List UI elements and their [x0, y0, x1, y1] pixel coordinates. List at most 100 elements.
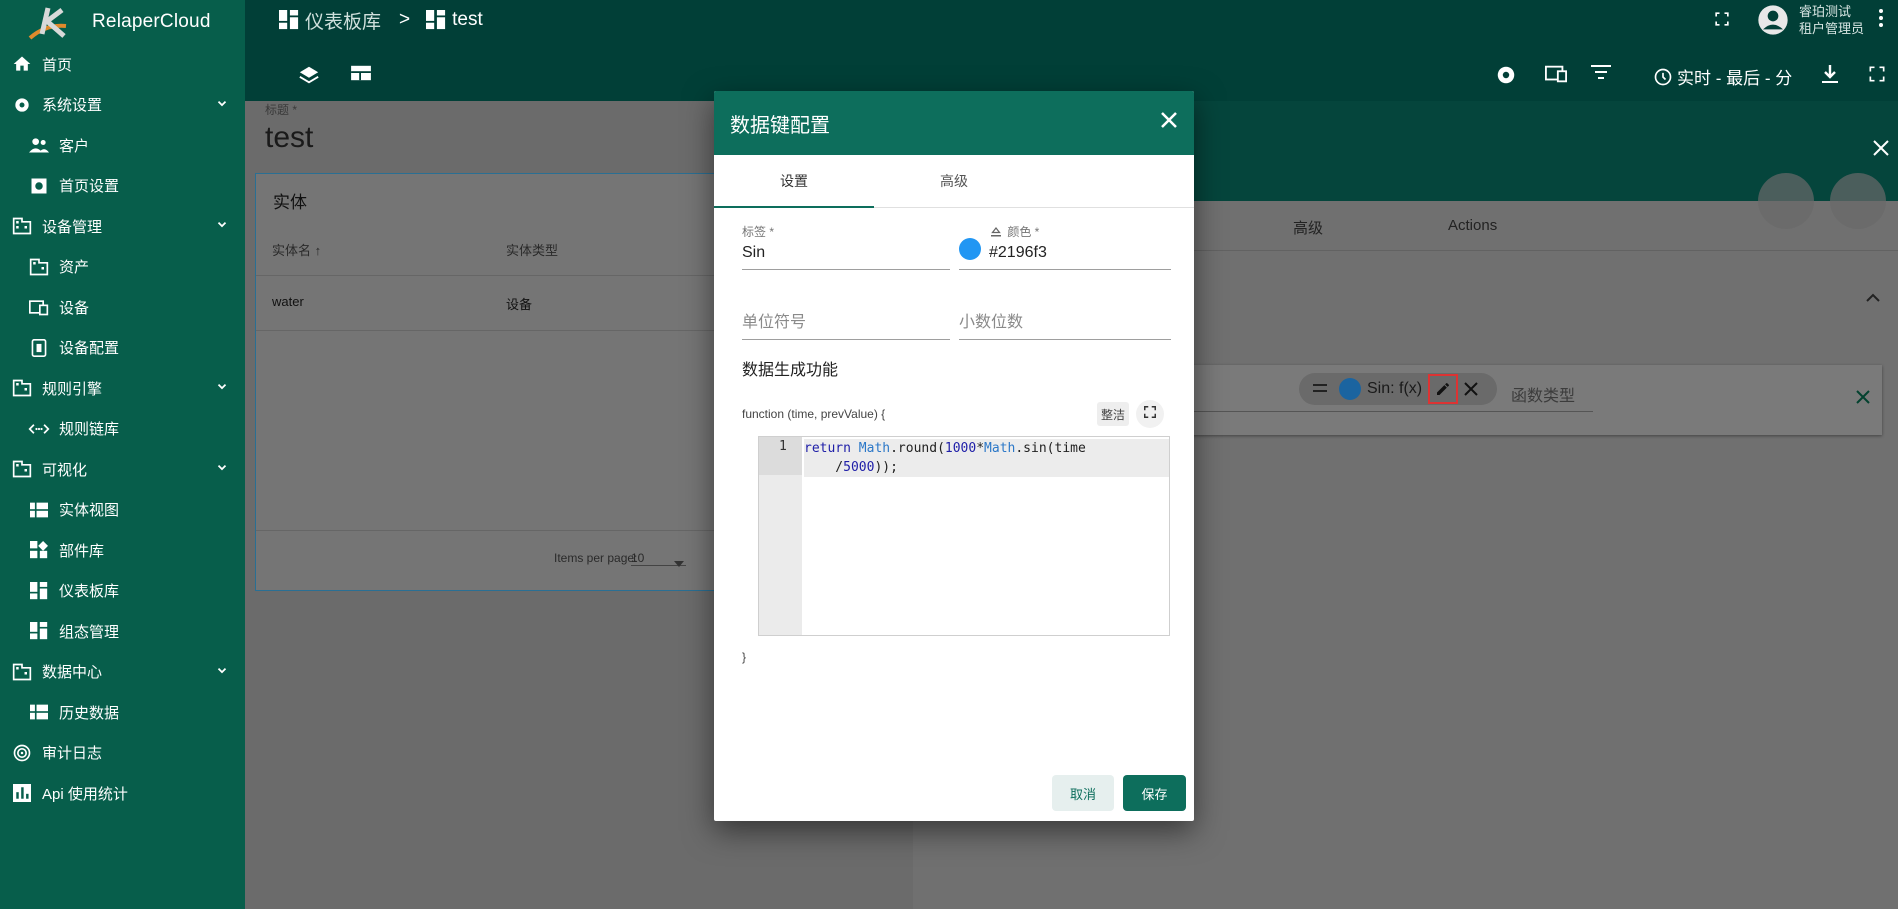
user-menu[interactable]: 睿珀测试 租户管理员 [1757, 0, 1898, 40]
building-icon [28, 256, 50, 278]
sidebar-item-system-settings[interactable]: 系统设置 [0, 85, 245, 126]
sidebar-item-customers[interactable]: 客户 [0, 125, 245, 166]
tab-settings[interactable]: 设置 [714, 155, 874, 207]
edit-icon[interactable] [1428, 374, 1459, 404]
home-icon [11, 53, 33, 75]
filter-icon[interactable] [1591, 64, 1611, 80]
tab-advanced[interactable]: 高级 [1293, 217, 1323, 238]
code-editor[interactable]: 1 return Math.round(1000*Math.sin(time /… [758, 436, 1170, 636]
column-header-entity-type[interactable]: 实体类型 [506, 240, 558, 259]
sidebar-item-rule-chains[interactable]: 规则链库 [0, 409, 245, 450]
sidebar-item-rule-engine[interactable]: 规则引擎 [0, 368, 245, 409]
editor-fullscreen-button[interactable] [1136, 400, 1164, 428]
decimals-placeholder: 小数位数 [959, 314, 1024, 331]
sidebar-item-label: 设备配置 [59, 340, 120, 358]
download-icon[interactable] [1821, 64, 1839, 84]
close-icon[interactable] [1872, 139, 1890, 162]
editor-gutter [759, 437, 802, 635]
sidebar-item-devices[interactable]: 设备 [0, 287, 245, 328]
settings-icon[interactable] [1495, 64, 1517, 86]
sidebar-item-widgets-library[interactable]: 部件库 [0, 530, 245, 571]
close-icon[interactable] [1856, 390, 1870, 409]
sidebar-item-data-center[interactable]: 数据中心 [0, 652, 245, 693]
user-role: 租户管理员 [1798, 21, 1864, 36]
bar-chart-icon [11, 782, 33, 804]
sidebar-item-label: 首页 [42, 56, 73, 74]
drag-handle-icon[interactable] [1313, 380, 1327, 398]
sidebar-item-entity-views[interactable]: 实体视图 [0, 490, 245, 531]
save-button[interactable]: 保存 [1123, 775, 1186, 811]
function-closing-brace: } [742, 650, 747, 664]
sidebar-item-label: 设备管理 [42, 218, 103, 236]
table-layout-icon[interactable] [350, 64, 372, 82]
sidebar-item-device-profiles[interactable]: 设备配置 [0, 328, 245, 369]
line-number: 1 [779, 439, 787, 454]
items-per-page-select[interactable]: 10 [631, 551, 686, 567]
code-content[interactable]: return Math.round(1000*Math.sin(time /50… [804, 439, 1169, 477]
unit-input[interactable]: 单位符号 [742, 308, 950, 340]
sidebar-item-api-usage[interactable]: Api 使用统计 [0, 773, 245, 814]
breadcrumb-parent[interactable]: 仪表板库 [305, 7, 381, 34]
column-header-entity-name[interactable]: 实体名 ↑ [272, 240, 321, 259]
tab-actions[interactable]: Actions [1448, 217, 1497, 234]
sidebar-item-label: 系统设置 [42, 97, 103, 115]
datakey-chip[interactable]: Sin: f(x) [1299, 373, 1497, 405]
timewindow-label: 实时 - 最后 - 分 [1677, 69, 1793, 88]
label-field[interactable]: 标签 * Sin [742, 223, 950, 270]
section-title: 数据生成功能 [742, 362, 839, 379]
timewindow-button[interactable]: 实时 - 最后 - 分 [1653, 64, 1792, 89]
color-field-label: 颜色 * [1007, 225, 1040, 239]
account-circle-icon [1757, 4, 1789, 36]
widget-title: 实体 [273, 193, 307, 212]
grid-icon [28, 701, 50, 723]
fullscreen-icon[interactable] [1712, 9, 1732, 34]
chevron-down-icon [215, 461, 229, 479]
devices-icon[interactable] [1545, 64, 1567, 84]
label-field-value: Sin [742, 244, 766, 261]
color-field[interactable]: 颜色 * #2196f3 [959, 223, 1171, 271]
settings-box-icon [28, 175, 50, 197]
chevron-down-icon [215, 218, 229, 236]
sidebar-item-label: 客户 [59, 137, 90, 155]
table-cell-type: 设备 [506, 297, 533, 312]
apply-button[interactable] [1758, 173, 1814, 229]
more-vert-icon[interactable] [1878, 8, 1884, 33]
sidebar-item-dashboards[interactable]: 仪表板库 [0, 571, 245, 612]
app-logo[interactable]: RelaperCloud [0, 0, 245, 44]
sidebar-item-label: 部件库 [59, 542, 105, 560]
discard-button[interactable] [1830, 173, 1886, 229]
tidy-button[interactable]: 整洁 [1097, 402, 1129, 426]
close-icon[interactable] [1160, 111, 1178, 135]
sidebar-item-audit-logs[interactable]: 审计日志 [0, 733, 245, 774]
sidebar-item-label: 仪表板库 [59, 583, 120, 601]
function-type-input[interactable]: 函数类型 [1511, 382, 1575, 406]
sidebar-item-device-management[interactable]: 设备管理 [0, 206, 245, 247]
sidebar-item-home-settings[interactable]: 首页设置 [0, 166, 245, 207]
sidebar-item-scada[interactable]: 组态管理 [0, 611, 245, 652]
items-per-page-value: 10 [631, 551, 645, 565]
sidebar-item-label: 数据中心 [42, 664, 103, 682]
fullscreen-icon[interactable] [1867, 64, 1887, 84]
title-field-value[interactable]: test [265, 121, 313, 155]
table-cell-name: water [272, 294, 304, 309]
top-bar: 仪表板库 > test 睿珀测试 租户管理员 实时 - 最后 - 分 [245, 0, 1898, 101]
decimals-input[interactable]: 小数位数 [959, 308, 1171, 340]
chevron-up-icon[interactable] [1866, 289, 1880, 307]
sidebar-item-history-data[interactable]: 历史数据 [0, 692, 245, 733]
sidebar-item-label: Api 使用统计 [42, 785, 128, 803]
layers-icon[interactable] [298, 64, 320, 86]
dashboard-icon [28, 620, 50, 642]
tab-advanced[interactable]: 高级 [874, 155, 1034, 207]
chevron-down-icon [215, 97, 229, 115]
sidebar-item-label: 组态管理 [59, 623, 120, 641]
sidebar-item-assets[interactable]: 资产 [0, 247, 245, 288]
color-field-value: #2196f3 [989, 244, 1047, 262]
logo-mark-icon [26, 4, 84, 40]
clock-icon [1653, 67, 1673, 87]
gear-icon [11, 94, 33, 116]
remove-icon[interactable] [1464, 382, 1478, 396]
sidebar-item-visualization[interactable]: 可视化 [0, 449, 245, 490]
sidebar-item-home[interactable]: 首页 [0, 44, 245, 85]
cancel-button[interactable]: 取消 [1052, 775, 1114, 811]
people-icon [28, 134, 50, 156]
